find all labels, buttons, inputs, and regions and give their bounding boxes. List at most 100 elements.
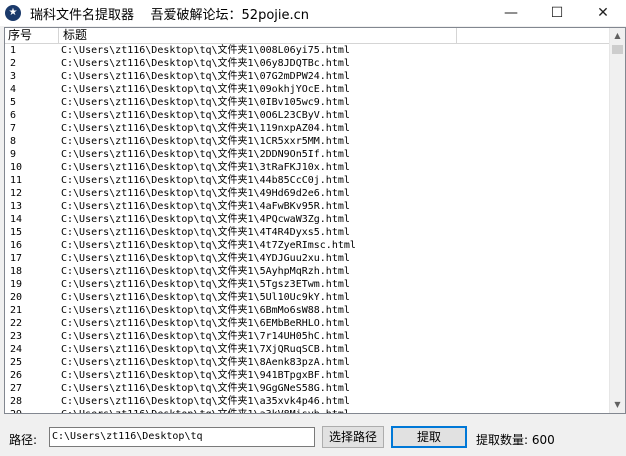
list-item[interactable]: 13 C:\Users\zt116\Desktop\tq\文件夹1\4aFwBKv… <box>5 200 611 213</box>
scroll-thumb[interactable] <box>612 45 623 54</box>
minimize-button[interactable]: — <box>488 0 534 26</box>
row-seq: 5 <box>10 97 17 108</box>
row-path: C:\Users\zt116\Desktop\tq\文件夹1\6EMbBeRHL… <box>61 318 350 329</box>
row-seq: 27 <box>10 383 23 394</box>
choose-path-button[interactable]: 选择路径 <box>322 426 384 448</box>
row-seq: 20 <box>10 292 23 303</box>
list-item[interactable]: 20 C:\Users\zt116\Desktop\tq\文件夹1\5Ul10Uc… <box>5 291 611 304</box>
row-seq: 6 <box>10 110 17 121</box>
row-path: C:\Users\zt116\Desktop\tq\文件夹1\7r14UH05h… <box>61 331 350 342</box>
column-header-seq[interactable]: 序号 <box>5 28 59 43</box>
maximize-button[interactable]: ☐ <box>534 0 580 26</box>
row-path: C:\Users\zt116\Desktop\tq\文件夹1\a35xvk4p4… <box>61 396 350 407</box>
list-item[interactable]: 3 C:\Users\zt116\Desktop\tq\文件夹1\07G2mDPW… <box>5 70 611 83</box>
row-path: C:\Users\zt116\Desktop\tq\文件夹1\119nxpAZ0… <box>61 123 350 134</box>
row-seq: 16 <box>10 240 23 251</box>
row-seq: 9 <box>10 149 17 160</box>
list-item[interactable]: 11 C:\Users\zt116\Desktop\tq\文件夹1\44b85Cc… <box>5 174 611 187</box>
list-item[interactable]: 12 C:\Users\zt116\Desktop\tq\文件夹1\49Hd69d… <box>5 187 611 200</box>
row-seq: 24 <box>10 344 23 355</box>
row-seq: 1 <box>10 45 17 56</box>
row-path: C:\Users\zt116\Desktop\tq\文件夹1\09okhjYOc… <box>61 84 350 95</box>
row-path: C:\Users\zt116\Desktop\tq\文件夹1\4T4R4Dyxs… <box>61 227 350 238</box>
row-path: C:\Users\zt116\Desktop\tq\文件夹1\49Hd69d2e… <box>61 188 350 199</box>
list-item[interactable]: 2 C:\Users\zt116\Desktop\tq\文件夹1\06y8JDQT… <box>5 57 611 70</box>
row-seq: 8 <box>10 136 17 147</box>
list-item[interactable]: 26 C:\Users\zt116\Desktop\tq\文件夹1\941BTpg… <box>5 369 611 382</box>
row-path: C:\Users\zt116\Desktop\tq\文件夹1\5AyhpMqRz… <box>61 266 350 277</box>
path-label: 路径: <box>9 433 38 447</box>
list-item[interactable]: 7 C:\Users\zt116\Desktop\tq\文件夹1\119nxpAZ… <box>5 122 611 135</box>
list-item[interactable]: 24 C:\Users\zt116\Desktop\tq\文件夹1\7XjQRuq… <box>5 343 611 356</box>
row-path: C:\Users\zt116\Desktop\tq\文件夹1\3tRaFKJ10… <box>61 162 350 173</box>
vertical-scrollbar[interactable]: ▲ ▼ <box>609 28 625 413</box>
row-path: C:\Users\zt116\Desktop\tq\文件夹1\941BTpgxB… <box>61 370 350 381</box>
star-icon: ★ <box>5 5 21 21</box>
row-seq: 14 <box>10 214 23 225</box>
scroll-down-icon[interactable]: ▼ <box>610 397 625 413</box>
list-item[interactable]: 8 C:\Users\zt116\Desktop\tq\文件夹1\1CR5xxr5… <box>5 135 611 148</box>
row-seq: 23 <box>10 331 23 342</box>
extract-count-label: 提取数量: 600 <box>476 433 555 447</box>
title-bar[interactable]: ★ 瑞科文件名提取器 吾爱破解论坛：52pojie.cn — ☐ ✕ <box>0 0 626 26</box>
row-seq: 12 <box>10 188 23 199</box>
list-item[interactable]: 17 C:\Users\zt116\Desktop\tq\文件夹1\4YDJGuu… <box>5 252 611 265</box>
row-path: C:\Users\zt116\Desktop\tq\文件夹1\0IBv105wc… <box>61 97 350 108</box>
list-item[interactable]: 28 C:\Users\zt116\Desktop\tq\文件夹1\a35xvk4… <box>5 395 611 408</box>
row-seq: 18 <box>10 266 23 277</box>
list-item[interactable]: 4 C:\Users\zt116\Desktop\tq\文件夹1\09okhjYO… <box>5 83 611 96</box>
path-input[interactable]: C:\Users\zt116\Desktop\tq <box>49 427 315 447</box>
row-seq: 25 <box>10 357 23 368</box>
list-item[interactable]: 14 C:\Users\zt116\Desktop\tq\文件夹1\4PQcwaW… <box>5 213 611 226</box>
row-seq: 26 <box>10 370 23 381</box>
list-item[interactable]: 10 C:\Users\zt116\Desktop\tq\文件夹1\3tRaFKJ… <box>5 161 611 174</box>
row-path: C:\Users\zt116\Desktop\tq\文件夹1\8Aenk83pz… <box>61 357 350 368</box>
list-item[interactable]: 29 C:\Users\zt116\Desktop\tq\文件夹1\a3kV8Mi… <box>5 408 611 413</box>
row-path: C:\Users\zt116\Desktop\tq\文件夹1\0O6L23CBy… <box>61 110 350 121</box>
list-item[interactable]: 23 C:\Users\zt116\Desktop\tq\文件夹1\7r14UH0… <box>5 330 611 343</box>
list-item[interactable]: 27 C:\Users\zt116\Desktop\tq\文件夹1\9GgGNeS… <box>5 382 611 395</box>
row-seq: 4 <box>10 84 17 95</box>
row-seq: 10 <box>10 162 23 173</box>
list-item[interactable]: 6 C:\Users\zt116\Desktop\tq\文件夹1\0O6L23CB… <box>5 109 611 122</box>
row-path: C:\Users\zt116\Desktop\tq\文件夹1\4aFwBKv95… <box>61 201 350 212</box>
bottom-bar: 路径: C:\Users\zt116\Desktop\tq 选择路径 提取 提取… <box>0 416 626 456</box>
row-path: C:\Users\zt116\Desktop\tq\文件夹1\6BmMo6sW8… <box>61 305 350 316</box>
list-item[interactable]: 9 C:\Users\zt116\Desktop\tq\文件夹1\2DDN9On5… <box>5 148 611 161</box>
list-item[interactable]: 1 C:\Users\zt116\Desktop\tq\文件夹1\008L06yi… <box>5 44 611 57</box>
list-header: 序号 标题 <box>5 28 611 44</box>
row-path: C:\Users\zt116\Desktop\tq\文件夹1\2DDN9On5I… <box>61 149 350 160</box>
list-item[interactable]: 15 C:\Users\zt116\Desktop\tq\文件夹1\4T4R4Dy… <box>5 226 611 239</box>
row-seq: 7 <box>10 123 17 134</box>
row-path: C:\Users\zt116\Desktop\tq\文件夹1\5Tgsz3ETw… <box>61 279 350 290</box>
list-item[interactable]: 16 C:\Users\zt116\Desktop\tq\文件夹1\4t7ZyeR… <box>5 239 611 252</box>
row-seq: 11 <box>10 175 23 186</box>
list-item[interactable]: 19 C:\Users\zt116\Desktop\tq\文件夹1\5Tgsz3E… <box>5 278 611 291</box>
window-title: 瑞科文件名提取器 吾爱破解论坛：52pojie.cn <box>30 7 310 23</box>
row-seq: 29 <box>10 408 22 413</box>
row-path: C:\Users\zt116\Desktop\tq\文件夹1\06y8JDQTB… <box>61 58 350 69</box>
column-header-title[interactable]: 标题 <box>59 28 457 43</box>
list-item[interactable]: 21 C:\Users\zt116\Desktop\tq\文件夹1\6BmMo6s… <box>5 304 611 317</box>
row-seq: 28 <box>10 396 23 407</box>
row-path: C:\Users\zt116\Desktop\tq\文件夹1\4YDJGuu2x… <box>61 253 350 264</box>
app-window: ★ 瑞科文件名提取器 吾爱破解论坛：52pojie.cn — ☐ ✕ 序号 标题… <box>0 0 626 456</box>
row-path: C:\Users\zt116\Desktop\tq\文件夹1\5Ul10Uc9k… <box>61 292 350 303</box>
row-seq: 15 <box>10 227 23 238</box>
list-item[interactable]: 25 C:\Users\zt116\Desktop\tq\文件夹1\8Aenk83… <box>5 356 611 369</box>
row-path: C:\Users\zt116\Desktop\tq\文件夹1\a3kV8Misy… <box>61 408 350 413</box>
list-item[interactable]: 22 C:\Users\zt116\Desktop\tq\文件夹1\6EMbBeR… <box>5 317 611 330</box>
list-item[interactable]: 5 C:\Users\zt116\Desktop\tq\文件夹1\0IBv105w… <box>5 96 611 109</box>
row-path: C:\Users\zt116\Desktop\tq\文件夹1\07G2mDPW2… <box>61 71 350 82</box>
close-button[interactable]: ✕ <box>580 0 626 26</box>
scroll-up-icon[interactable]: ▲ <box>610 28 625 44</box>
row-seq: 22 <box>10 318 23 329</box>
file-list[interactable]: 序号 标题 1 C:\Users\zt116\Desktop\tq\文件夹1\00… <box>4 27 626 414</box>
extract-button[interactable]: 提取 <box>391 426 467 448</box>
row-path: C:\Users\zt116\Desktop\tq\文件夹1\008L06yi7… <box>61 45 350 56</box>
row-seq: 17 <box>10 253 23 264</box>
list-item[interactable]: 18 C:\Users\zt116\Desktop\tq\文件夹1\5AyhpMq… <box>5 265 611 278</box>
row-seq: 2 <box>10 58 17 69</box>
list-rows: 1 C:\Users\zt116\Desktop\tq\文件夹1\008L06yi… <box>5 44 611 413</box>
row-seq: 3 <box>10 71 17 82</box>
